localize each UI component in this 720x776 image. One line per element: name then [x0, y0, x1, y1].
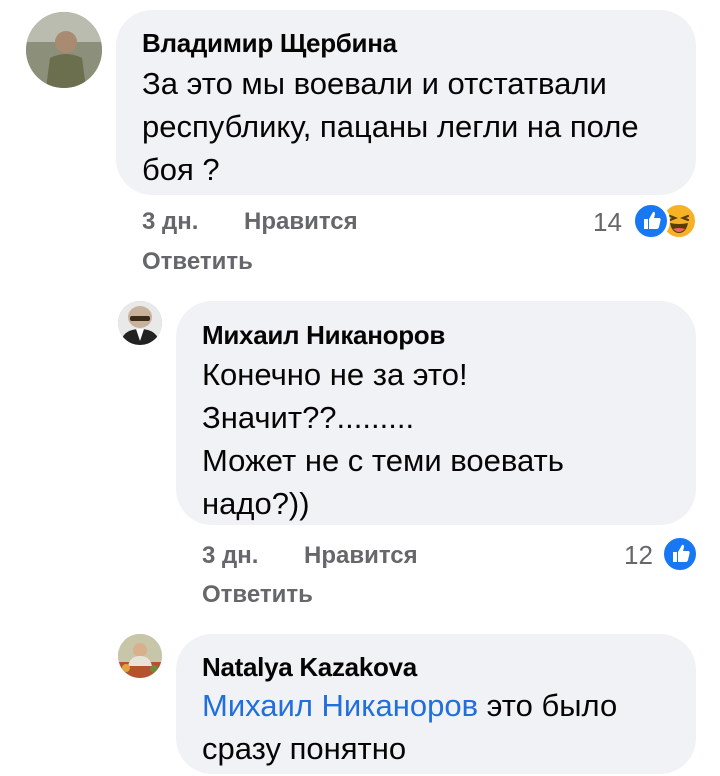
avatar-natalya[interactable] [118, 634, 162, 678]
reply-button[interactable]: Ответить [202, 581, 313, 609]
comment-text-fragment: это было [478, 688, 618, 723]
reaction-count[interactable]: 12 [624, 540, 653, 571]
comment-text-line: Михаил Никаноров это было [202, 684, 617, 727]
avatar-photo [118, 634, 162, 678]
comment-text-line: республику, пацаны легли на поле [142, 109, 639, 144]
avatar-photo [118, 301, 162, 345]
comment-text-line: Значит??......... [202, 400, 415, 435]
avatar-photo [26, 12, 102, 88]
comment-text-line: сразу понятно [202, 731, 407, 766]
reaction-count[interactable]: 14 [593, 207, 622, 238]
comment-author[interactable]: Михаил Никаноров [202, 320, 445, 351]
avatar-vladimir[interactable] [26, 12, 102, 88]
reply-button[interactable]: Ответить [142, 248, 253, 276]
like-icon[interactable] [661, 535, 699, 573]
like-button[interactable]: Нравится [244, 208, 358, 236]
mention-link[interactable]: Михаил Никаноров [202, 688, 478, 723]
avatar-mikhail[interactable] [118, 301, 162, 345]
comment-text-line: боя ? [142, 152, 220, 187]
like-icon [632, 202, 670, 240]
comment-text-line: За это мы воевали и отстатвали [142, 66, 607, 101]
comment-text-line: Может не с теми воевать [202, 443, 564, 478]
comment-author[interactable]: Natalya Kazakova [202, 652, 417, 683]
comment-time[interactable]: 3 дн. [142, 208, 198, 236]
comment-text-line: Конечно не за это! [202, 357, 468, 392]
like-button[interactable]: Нравится [304, 542, 418, 570]
comment-time[interactable]: 3 дн. [202, 542, 258, 570]
comment-author[interactable]: Владимир Щербина [142, 28, 397, 59]
comment-text-line: надо?)) [202, 486, 310, 521]
